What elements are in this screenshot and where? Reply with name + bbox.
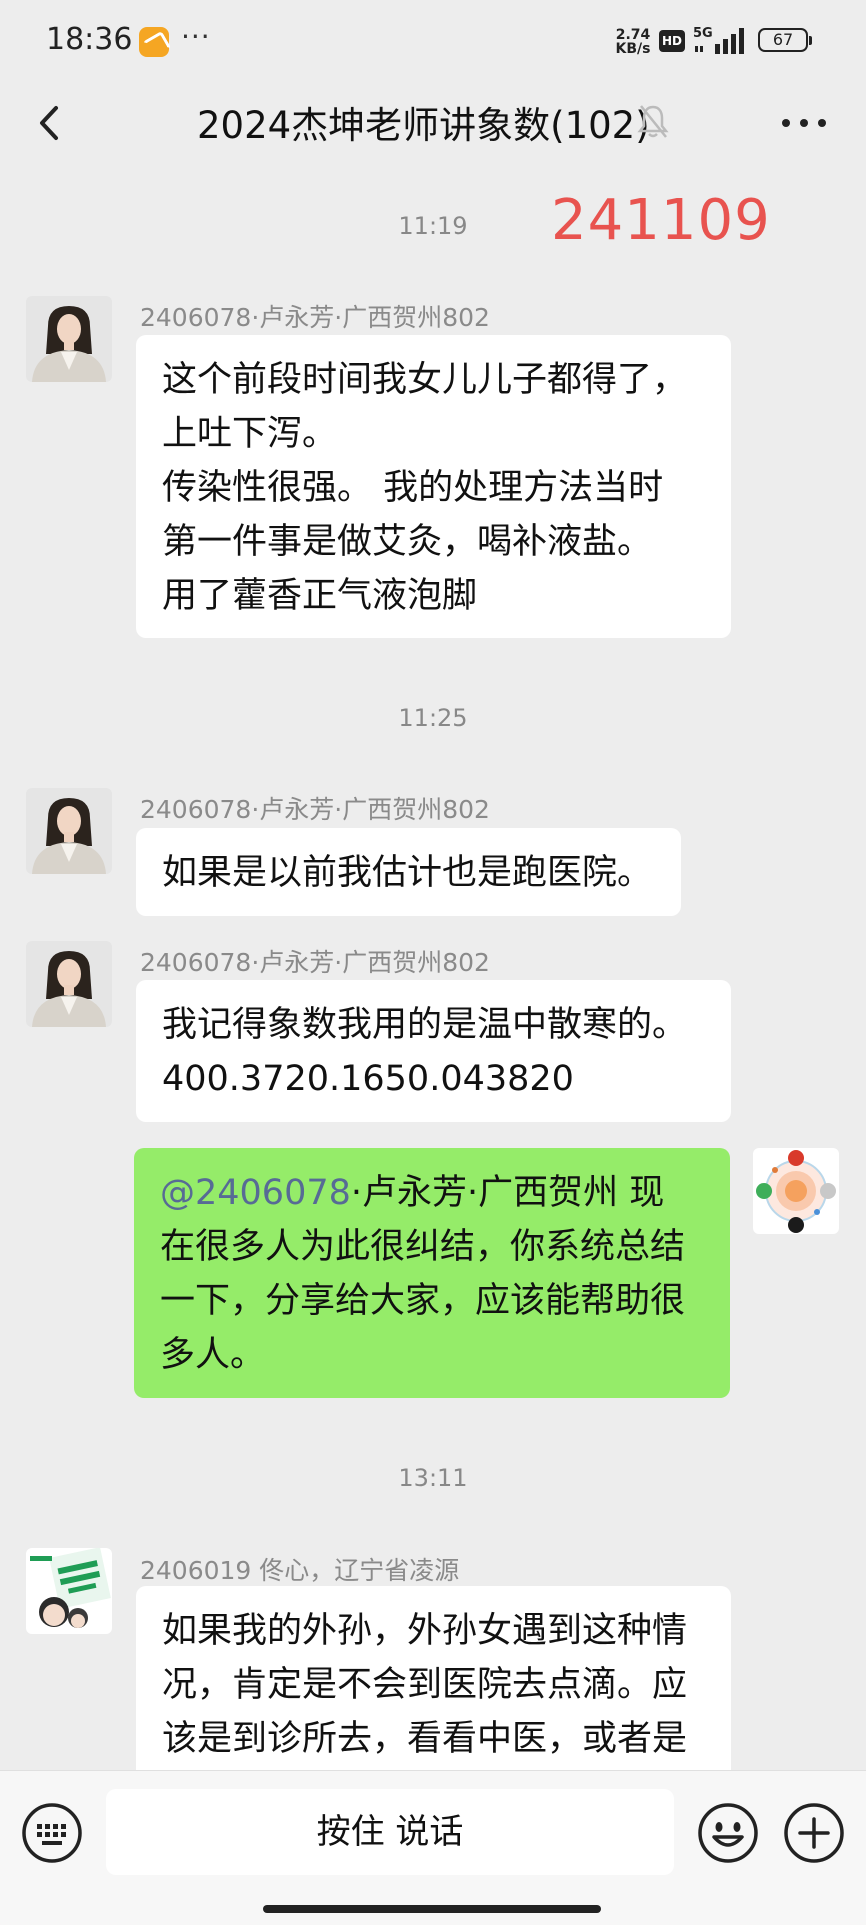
avatar[interactable] (26, 296, 112, 382)
plus-circle-icon[interactable] (782, 1801, 846, 1865)
message-text: 第一件事是做艾灸，喝补液盐。 (162, 522, 653, 562)
timestamp: 11:25 (398, 704, 468, 732)
overlay-number: 241109 (551, 188, 771, 253)
own-avatar[interactable] (753, 1148, 839, 1234)
sender-name: 2406078·卢永芳·广西贺州802 (140, 948, 490, 977)
keyboard-icon[interactable] (20, 1801, 84, 1865)
message-text: 传染性很强。 我的处理方法当时 (162, 468, 664, 508)
message-text: 在很多人为此很纠结，你系统总结 (160, 1227, 686, 1267)
input-bar: 按住 说话 (0, 1770, 866, 1925)
speed-unit: KB/s (615, 41, 651, 57)
message-text: ·卢永芳·广西贺州 现 (350, 1173, 665, 1213)
network-type: 5G (693, 26, 713, 41)
avatar[interactable] (26, 1548, 112, 1634)
mention-link[interactable]: @2406078 (160, 1173, 351, 1213)
message-text: 用了藿香正气液泡脚 (162, 576, 478, 616)
message-text: 400.3720.1650.043820 (162, 1059, 574, 1099)
hd-badge: HD (659, 30, 685, 52)
message-bubble[interactable]: 这个前段时间我女儿儿子都得了， 上吐下泻。 传染性很强。 我的处理方法当时 第一… (136, 335, 731, 638)
smile-icon[interactable] (696, 1801, 760, 1865)
message-bubble[interactable]: 如果是以前我估计也是跑医院。 (136, 828, 681, 916)
app-notification-icon (139, 27, 169, 57)
chevron-left-icon[interactable] (30, 98, 70, 148)
status-bar: 18:36 ··· 2.74 KB/s HD 5G 67 (0, 0, 866, 80)
message-text: 如果是以前我估计也是跑医院。 (162, 853, 653, 893)
bell-off-icon (637, 105, 669, 138)
timestamp: 11:19 (398, 212, 468, 240)
message-text: 该是到诊所去，看看中医，或者是 (162, 1719, 688, 1759)
message-text: 况，肯定是不会到医院去点滴。应 (162, 1665, 688, 1705)
sender-name: 2406078·卢永芳·广西贺州802 (140, 303, 490, 332)
message-bubble[interactable]: 我记得象数我用的是温中散寒的。 400.3720.1650.043820 (136, 980, 731, 1122)
chat-header: 2024杰坤老师讲象数(102) (0, 80, 866, 168)
message-text: 上吐下泻。 (162, 414, 338, 454)
sender-name: 2406019 佟心，辽宁省凌源 (140, 1556, 460, 1585)
message-bubble[interactable]: 如果我的外孙，外孙女遇到这种情 况，肯定是不会到医院去点滴。应 该是到诊所去，看… (136, 1586, 731, 1786)
own-message-bubble[interactable]: @2406078·卢永芳·广西贺州 现 在很多人为此很纠结，你系统总结 一下，分… (134, 1148, 730, 1398)
status-time: 18:36 (46, 22, 133, 57)
avatar[interactable] (26, 788, 112, 874)
network-speed: 2.74 KB/s (613, 28, 653, 56)
more-horizontal-icon[interactable] (778, 108, 830, 138)
home-indicator[interactable] (263, 1905, 601, 1913)
signal-icon: 5G (693, 26, 744, 54)
battery-indicator: 67 (758, 28, 812, 52)
message-text: 这个前段时间我女儿儿子都得了， (162, 360, 688, 400)
message-text: 如果我的外孙，外孙女遇到这种情 (162, 1611, 688, 1651)
status-more: ··· (181, 20, 211, 53)
sender-name: 2406078·卢永芳·广西贺州802 (140, 795, 490, 824)
chat-title: 2024杰坤老师讲象数(102) (197, 104, 650, 147)
timestamp: 13:11 (398, 1464, 468, 1492)
message-text: 多人。 (160, 1335, 266, 1375)
speed-value: 2.74 (615, 27, 651, 43)
message-text: 我记得象数我用的是温中散寒的。 (162, 1005, 688, 1045)
hold-to-talk-button[interactable]: 按住 说话 (106, 1789, 674, 1875)
avatar[interactable] (26, 941, 112, 1027)
chat-screen: 18:36 ··· 2.74 KB/s HD 5G 67 2024杰坤老师讲象数… (0, 0, 866, 1925)
message-text: 一下，分享给大家，应该能帮助很 (160, 1281, 686, 1321)
